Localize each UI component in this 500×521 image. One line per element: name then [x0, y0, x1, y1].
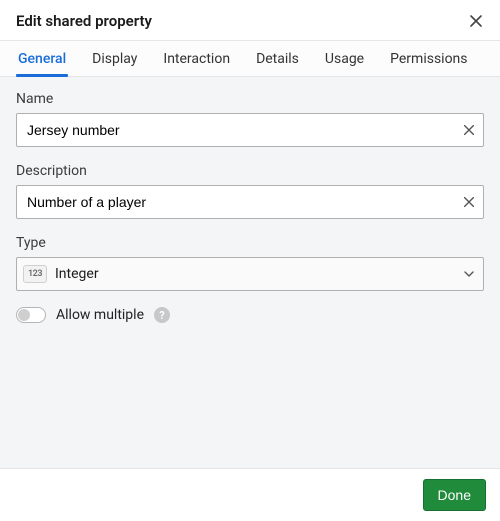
help-icon[interactable]: ? — [154, 307, 170, 323]
close-button[interactable] — [468, 13, 484, 29]
dialog-title: Edit shared property — [16, 12, 152, 30]
tab-details[interactable]: Details — [254, 41, 301, 76]
clear-icon — [462, 195, 476, 209]
type-field-group: Type 123 Integer — [16, 235, 484, 291]
name-input-wrap — [16, 113, 484, 147]
name-label: Name — [16, 91, 484, 107]
tab-usage[interactable]: Usage — [323, 41, 366, 76]
toggle-knob — [18, 309, 30, 321]
chevron-down-icon — [455, 269, 483, 279]
type-select[interactable]: 123 Integer — [16, 257, 484, 291]
type-label: Type — [16, 235, 484, 251]
done-button[interactable]: Done — [423, 479, 486, 511]
close-icon — [468, 13, 484, 29]
integer-icon: 123 — [23, 265, 47, 283]
tab-permissions[interactable]: Permissions — [388, 41, 469, 76]
name-field-group: Name — [16, 91, 484, 147]
description-input-wrap — [16, 185, 484, 219]
clear-icon — [462, 123, 476, 137]
edit-property-dialog: Edit shared property General Display Int… — [0, 0, 500, 521]
description-clear-button[interactable] — [455, 186, 483, 218]
dialog-body: Name Description Type 123 Integer — [0, 77, 500, 468]
tab-bar: General Display Interaction Details Usag… — [0, 40, 500, 77]
description-label: Description — [16, 163, 484, 179]
tab-general[interactable]: General — [16, 41, 68, 76]
allow-multiple-label: Allow multiple — [56, 307, 144, 323]
allow-multiple-row: Allow multiple ? — [16, 307, 484, 323]
description-input[interactable] — [17, 194, 455, 210]
description-field-group: Description — [16, 163, 484, 219]
type-selected-label: Integer — [47, 266, 455, 282]
tab-interaction[interactable]: Interaction — [161, 41, 232, 76]
allow-multiple-toggle[interactable] — [16, 307, 46, 323]
dialog-footer: Done — [0, 468, 500, 521]
tab-display[interactable]: Display — [90, 41, 139, 76]
name-input[interactable] — [17, 122, 455, 138]
name-clear-button[interactable] — [455, 114, 483, 146]
dialog-titlebar: Edit shared property — [0, 0, 500, 40]
